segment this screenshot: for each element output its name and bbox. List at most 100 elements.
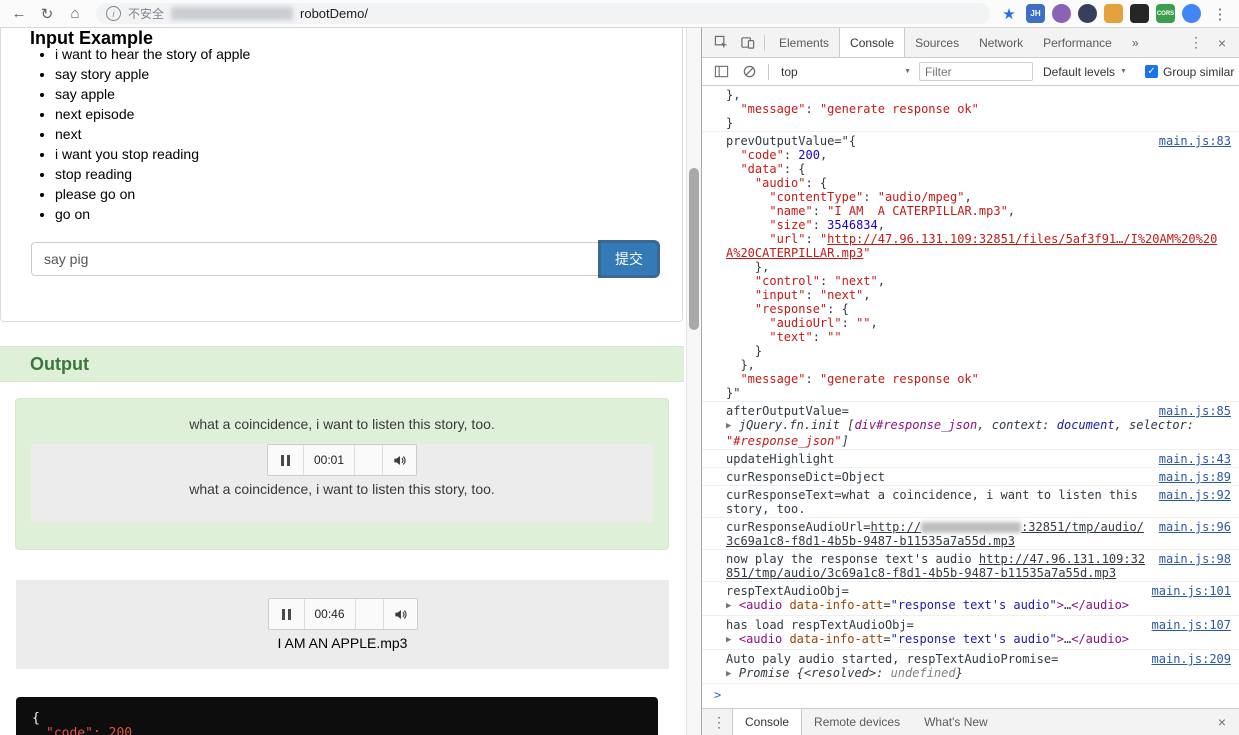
pause-icon[interactable] bbox=[268, 445, 304, 475]
console-line: updateHighlight bbox=[726, 452, 835, 466]
url-text: robotDemo/ bbox=[300, 6, 368, 21]
group-similar-toggle[interactable]: ✓ Group similar bbox=[1144, 64, 1235, 79]
response-text-repeat: what a coincidence, i want to listen thi… bbox=[189, 481, 495, 497]
console-message-list: }, "message": "generate response ok"} mai… bbox=[702, 86, 1239, 684]
expand-arrow-icon[interactable]: ▶ bbox=[726, 667, 737, 681]
console-source-link[interactable]: main.js:107 bbox=[1152, 618, 1231, 632]
devtools-close-icon[interactable]: × bbox=[1209, 31, 1235, 55]
group-similar-label: Group similar bbox=[1162, 64, 1235, 79]
volume-icon[interactable] bbox=[382, 599, 417, 629]
console-pane[interactable]: }, "message": "generate response ok"} mai… bbox=[702, 86, 1239, 708]
page-scrollbar[interactable] bbox=[686, 28, 701, 735]
more-tabs-icon[interactable]: » bbox=[1122, 36, 1149, 50]
console-filter-input[interactable] bbox=[919, 62, 1033, 81]
devtools-tab-performance[interactable]: Performance bbox=[1033, 28, 1122, 57]
console-line: ▶ Promise {<resolved>: undefined} bbox=[726, 666, 963, 681]
audio-player-2[interactable]: 00:46 bbox=[267, 598, 418, 630]
speaker-icon bbox=[394, 609, 407, 619]
log-levels-dropdown[interactable]: Default levels ▼ bbox=[1035, 65, 1135, 79]
drawer-tab-remote-devices[interactable]: Remote devices bbox=[802, 709, 912, 735]
console-line: "audio": { bbox=[726, 176, 828, 190]
context-selector[interactable]: top ▼ bbox=[775, 65, 917, 79]
drawer-close-icon[interactable]: × bbox=[1209, 710, 1235, 734]
devtools-tab-console[interactable]: Console bbox=[839, 28, 906, 57]
console-message: main.js:96 curResponseAudioUrl=http://:32… bbox=[702, 518, 1239, 550]
volume-icon[interactable] bbox=[382, 445, 416, 475]
console-line: } bbox=[726, 116, 734, 130]
extension-icon-1[interactable]: JH bbox=[1026, 4, 1045, 23]
console-line: ▶ <audio data-info-att="response text's … bbox=[726, 632, 1130, 647]
expand-arrow-icon[interactable]: ▶ bbox=[726, 599, 737, 613]
console-line: "message": "generate response ok" bbox=[726, 372, 979, 386]
console-message: main.js:89 curResponseDict=Object bbox=[702, 468, 1239, 486]
address-bar[interactable]: i 不安全 robotDemo/ bbox=[96, 3, 990, 24]
inspect-element-icon[interactable] bbox=[708, 31, 734, 55]
bookmark-star-icon[interactable]: ★ bbox=[998, 5, 1020, 23]
console-line: } bbox=[726, 344, 763, 358]
console-source-link[interactable]: main.js:89 bbox=[1159, 470, 1231, 484]
drawer-menu-icon[interactable]: ⋮ bbox=[706, 710, 732, 734]
site-info-icon[interactable]: i bbox=[106, 6, 121, 21]
devtools-tab-network[interactable]: Network bbox=[969, 28, 1033, 57]
clear-console-icon[interactable] bbox=[736, 60, 762, 84]
example-item: say apple bbox=[55, 84, 250, 104]
console-message: main.js:107 has load respTextAudioObj= ▶ <… bbox=[702, 616, 1239, 650]
console-sidebar-icon[interactable] bbox=[708, 60, 734, 84]
pause-bar bbox=[281, 608, 285, 620]
devtools-menu-icon[interactable]: ⋮ bbox=[1183, 31, 1209, 55]
submit-button[interactable]: 提交 bbox=[600, 242, 658, 276]
scrollbar-thumb[interactable] bbox=[689, 168, 699, 330]
example-item: next episode bbox=[55, 104, 250, 124]
extension-icon-3[interactable] bbox=[1078, 4, 1097, 23]
console-line: ▶ jQuery.fn.init [div#response_json, con… bbox=[726, 418, 1202, 448]
checkbox-checked-icon[interactable]: ✓ bbox=[1144, 65, 1158, 78]
back-icon[interactable]: ← bbox=[6, 2, 32, 26]
device-toolbar-icon[interactable] bbox=[734, 31, 760, 55]
console-source-link[interactable]: main.js:85 bbox=[1159, 404, 1231, 418]
audio-player-1[interactable]: 00:01 bbox=[267, 444, 417, 476]
audio-progress[interactable] bbox=[355, 445, 382, 475]
extensions-row: JH CORS bbox=[1026, 4, 1201, 23]
devtools-tab-sources[interactable]: Sources bbox=[905, 28, 969, 57]
pause-icon[interactable] bbox=[269, 599, 305, 629]
console-message: main.js:85 afterOutputValue= ▶ jQuery.fn.i… bbox=[702, 402, 1239, 450]
expand-arrow-icon[interactable]: ▶ bbox=[726, 633, 737, 647]
console-message: main.js:83 prevOutputValue="{ "code": 200… bbox=[702, 132, 1239, 402]
extension-icon-7[interactable] bbox=[1182, 4, 1201, 23]
drawer-tab-what-s-new[interactable]: What's New bbox=[912, 709, 1000, 735]
extension-icon-2[interactable] bbox=[1052, 4, 1071, 23]
example-item: say story apple bbox=[55, 64, 250, 84]
json-line: "code": 200, bbox=[46, 726, 140, 735]
reload-icon[interactable]: ↻ bbox=[34, 2, 60, 26]
console-prompt[interactable]: > bbox=[702, 684, 1239, 704]
console-message: }, "message": "generate response ok"} bbox=[702, 86, 1239, 132]
browser-menu-icon[interactable]: ⋮ bbox=[1207, 2, 1233, 26]
context-selector-value: top bbox=[781, 64, 798, 79]
extension-icon-5[interactable] bbox=[1130, 4, 1149, 23]
console-line: "name": "I AM A CATERPILLAR.mp3", bbox=[726, 204, 1016, 218]
devtools-tabs: Elements Console Sources Network Performance bbox=[769, 28, 1122, 57]
devtools-drawer: ⋮ Console Remote devices What's New × bbox=[702, 708, 1239, 735]
console-source-link[interactable]: main.js:209 bbox=[1152, 652, 1231, 666]
console-url-link[interactable]: http:// bbox=[871, 520, 922, 534]
command-input[interactable] bbox=[31, 242, 600, 276]
audio-progress[interactable] bbox=[356, 599, 383, 629]
console-source-link[interactable]: main.js:43 bbox=[1159, 452, 1231, 466]
console-line: "response": { bbox=[726, 302, 849, 316]
divider bbox=[764, 34, 765, 51]
home-icon[interactable]: ⌂ bbox=[62, 2, 88, 26]
console-source-link[interactable]: main.js:96 bbox=[1159, 520, 1231, 534]
console-line: curResponseDict=Object bbox=[726, 470, 885, 484]
console-line: }, bbox=[726, 358, 755, 372]
extension-icon-4[interactable] bbox=[1104, 4, 1123, 23]
console-source-link[interactable]: main.js:83 bbox=[1159, 134, 1231, 148]
console-source-link[interactable]: main.js:92 bbox=[1159, 488, 1231, 502]
devtools-tab-elements[interactable]: Elements bbox=[769, 28, 839, 57]
drawer-tab-console[interactable]: Console bbox=[732, 709, 803, 735]
console-source-link[interactable]: main.js:98 bbox=[1159, 552, 1231, 566]
browser-toolbar: ← ↻ ⌂ i 不安全 robotDemo/ ★ JH CORS ⋮ bbox=[0, 0, 1239, 28]
devtools-panel: Elements Console Sources Network Performance… bbox=[701, 28, 1239, 735]
expand-arrow-icon[interactable]: ▶ bbox=[726, 419, 737, 433]
extension-icon-6[interactable]: CORS bbox=[1156, 4, 1175, 23]
console-source-link[interactable]: main.js:101 bbox=[1152, 584, 1231, 598]
